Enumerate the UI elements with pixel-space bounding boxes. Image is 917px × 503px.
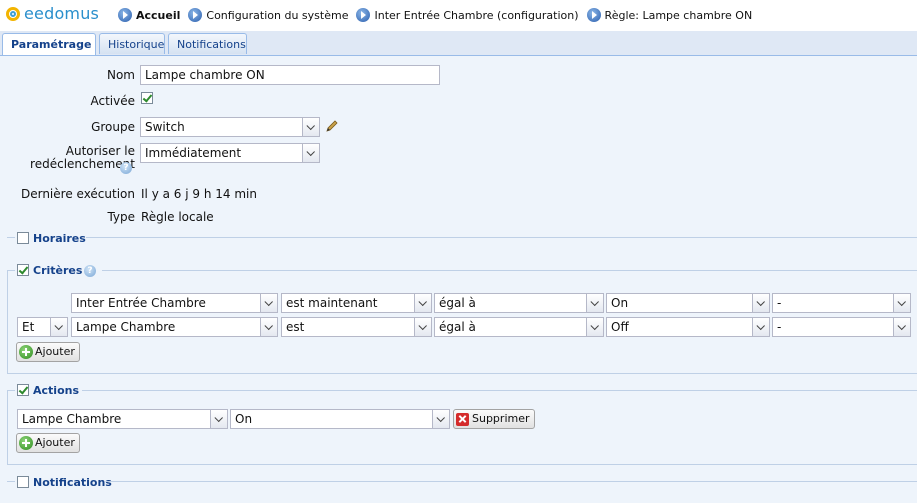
groupe-label: Groupe [91,120,135,134]
criteria-device-select[interactable]: Inter Entrée Chambre [71,293,278,313]
breadcrumb-configuration[interactable]: Configuration du système [188,8,348,22]
supprimer-button[interactable]: Supprimer [453,409,535,429]
breadcrumb-accueil[interactable]: Accueil [118,8,180,22]
breadcrumb-device[interactable]: Inter Entrée Chambre (configuration) [356,8,579,22]
top-bar: eedomus Accueil Configuration du système… [0,0,917,31]
chevron-down-icon[interactable] [302,144,319,162]
delete-icon [456,412,469,426]
chevron-down-icon[interactable] [260,318,277,336]
action-device-select[interactable]: Lampe Chambre [17,409,228,429]
arrow-right-icon [118,8,132,22]
derniere-execution-value: Il y a 6 j 9 h 14 min [141,187,257,201]
arrow-right-icon [188,8,203,22]
eedomus-logo[interactable]: eedomus [6,4,99,23]
arrow-right-icon [586,8,601,22]
criteria-value-select[interactable]: Off [606,317,770,337]
notifications-checkbox[interactable] [17,476,29,488]
actions-title[interactable]: Actions [33,384,79,397]
activee-label: Activée [90,94,135,108]
type-value: Règle locale [141,210,214,224]
criteria-verb-select[interactable]: est maintenant [281,293,432,313]
chevron-down-icon[interactable] [414,294,431,312]
pencil-icon[interactable] [325,119,339,133]
breadcrumb-rule[interactable]: Règle: Lampe chambre ON [586,8,752,22]
chevron-down-icon[interactable] [893,294,910,312]
chevron-down-icon[interactable] [210,410,227,428]
plus-icon [19,436,33,450]
chevron-down-icon[interactable] [586,318,603,336]
action-value-select[interactable]: On [230,409,450,429]
chevron-down-icon[interactable] [50,318,67,336]
chevron-down-icon[interactable] [260,294,277,312]
horaires-title[interactable]: Horaires [33,232,86,245]
criteria-operator-select[interactable]: égal à [434,317,604,337]
type-label: Type [107,210,135,224]
settings-panel: Nom Lampe chambre ON Activée Groupe Swit… [2,56,917,503]
chevron-down-icon[interactable] [586,294,603,312]
criteria-extra-select[interactable]: - [772,293,911,313]
actions-checkbox[interactable] [17,384,29,396]
criteres-checkbox[interactable] [17,264,29,276]
activee-checkbox[interactable] [141,92,153,104]
criteria-value-select[interactable]: On [606,293,770,313]
chevron-down-icon[interactable] [414,318,431,336]
ajouter-critere-button[interactable]: Ajouter [16,342,80,362]
chevron-down-icon[interactable] [893,318,910,336]
criteria-device-select[interactable]: Lampe Chambre [71,317,278,337]
chevron-down-icon[interactable] [752,294,769,312]
derniere-execution-label: Dernière exécution [20,187,135,201]
tab-historique[interactable]: Historique [99,33,165,54]
criteres-title[interactable]: Critères [33,264,82,277]
notifications-title[interactable]: Notifications [33,476,112,489]
tab-parametrage[interactable]: Paramétrage [2,33,96,55]
logo-ring-icon [6,6,20,21]
logo-text: eedomus [24,4,100,23]
criteria-verb-select[interactable]: est [281,317,432,337]
criteria-operator-select[interactable]: égal à [434,293,604,313]
help-icon[interactable]: ? [84,265,96,277]
breadcrumb: Accueil Configuration du système Inter E… [118,8,760,22]
criteria-extra-select[interactable]: - [772,317,911,337]
autoriser-select[interactable]: Immédiatement [140,143,320,163]
arrow-right-icon [356,8,371,22]
criteria-conjunction-select[interactable]: Et [17,317,68,337]
tab-strip: Paramétrage Historique Notifications [0,31,917,56]
plus-icon [19,345,33,359]
nom-input[interactable]: Lampe chambre ON [140,65,440,85]
chevron-down-icon[interactable] [432,410,449,428]
ajouter-action-button[interactable]: Ajouter [16,433,80,453]
help-icon[interactable]: ? [120,162,132,174]
horaires-checkbox[interactable] [17,232,29,244]
tab-notifications[interactable]: Notifications [168,33,247,54]
groupe-select[interactable]: Switch [140,117,320,137]
chevron-down-icon[interactable] [302,118,319,136]
chevron-down-icon[interactable] [752,318,769,336]
nom-label: Nom [106,68,135,82]
